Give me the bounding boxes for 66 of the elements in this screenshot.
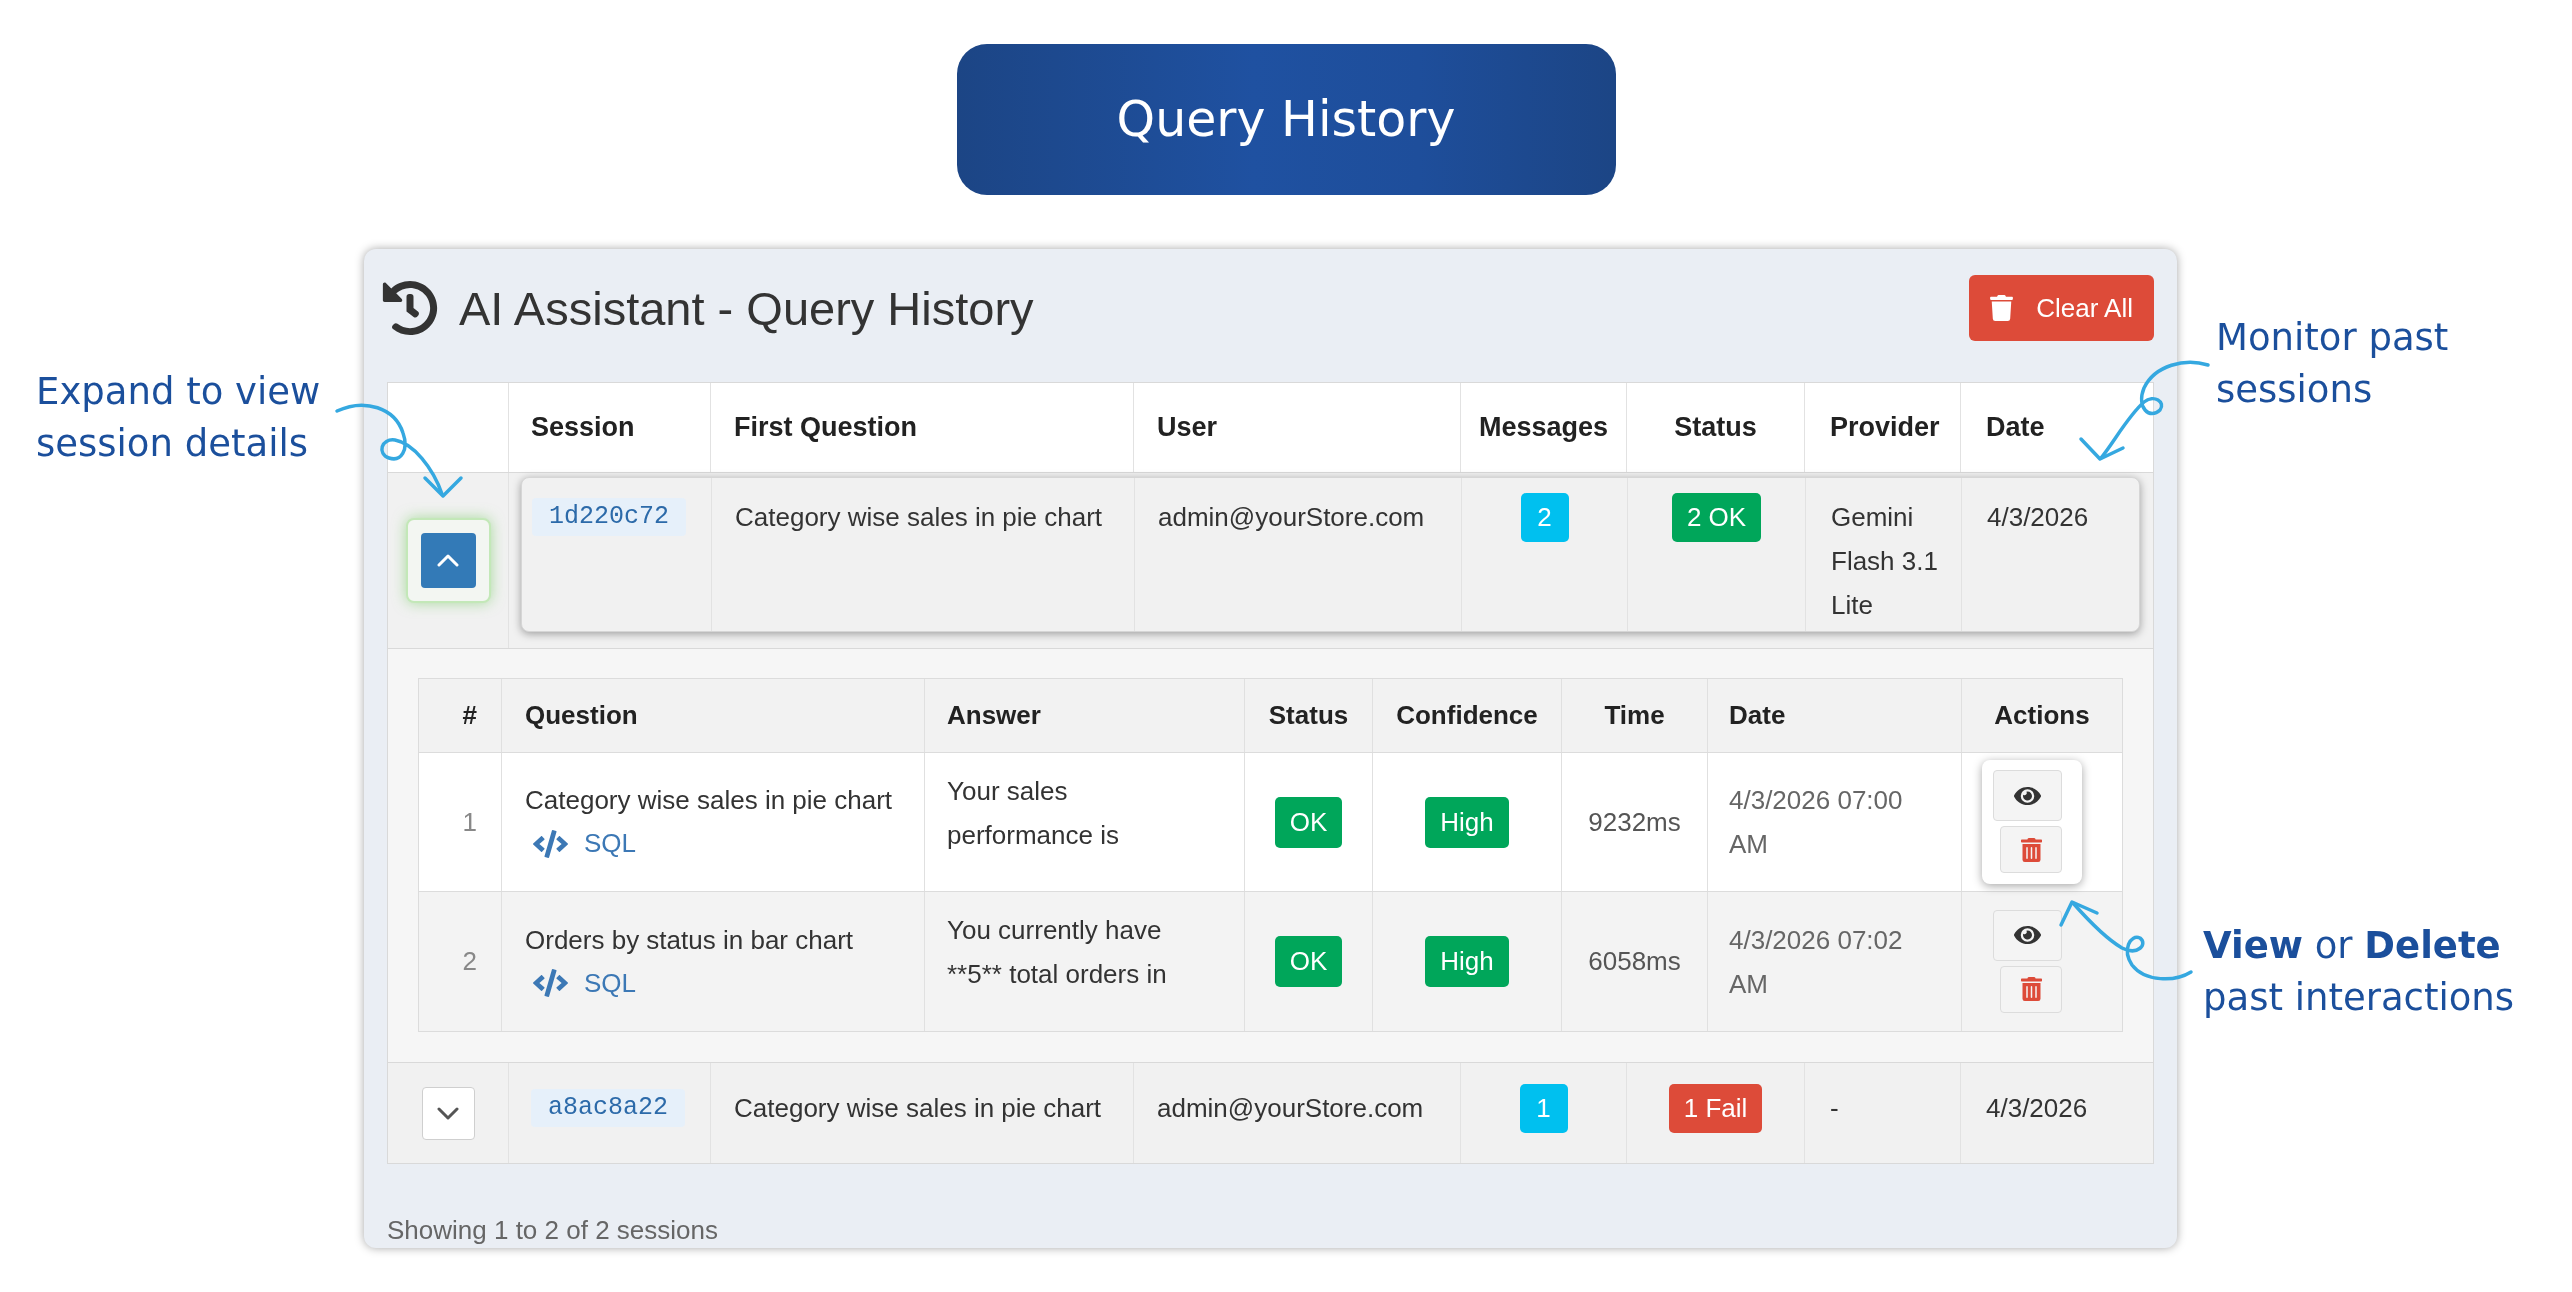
column-header: Date [1986,411,2045,445]
first-question: Category wise sales in pie chart [734,1092,1102,1125]
interaction-date: 4/3/2026 07:02 AM [1729,923,1904,1001]
confidence-badge: High [1425,936,1509,987]
column-header: Confidence [1396,699,1538,732]
column-header: Session [531,411,635,445]
column-header: Status [1674,411,1757,445]
annotation-text: Monitor past sessions [2216,315,2450,413]
chevron-down-icon [437,1106,459,1120]
annotation-text: Expand to view session details [36,369,322,467]
clear-all-button[interactable]: Clear All [1969,275,2154,341]
eye-icon [2014,923,2041,947]
provider-name: - [1830,1092,1839,1125]
delete-button[interactable] [2000,965,2062,1013]
session-date: 4/3/2026 [1987,501,2089,534]
column-header: Question [525,699,638,732]
question-text: Orders by status in bar chart [525,923,855,957]
column-header: Date [1729,699,1786,732]
banner-title: Query History [1116,95,1456,144]
column-header: Time [1604,699,1665,732]
status-badge: OK [1274,796,1343,848]
question-text: Category wise sales in pie chart [525,784,894,817]
session-date: 4/3/2026 [1986,1092,2088,1125]
status-badge: 2 OK [1671,493,1762,542]
column-header: Answer [947,699,1041,732]
message-count-badge: 1 [1519,1084,1568,1133]
view-button[interactable] [1993,770,2062,821]
row-number: 1 [462,805,477,839]
code-icon [533,829,568,858]
trash-icon [2020,977,2042,1001]
sql-link[interactable]: SQL [533,822,637,865]
column-header: User [1157,411,1218,445]
session-id: a8ac8a22 [531,1089,686,1127]
answer-text: Your sales performance is [947,775,1120,852]
message-count-badge: 2 [1520,493,1569,542]
provider-name: Gemini Flash 3.1 Lite [1831,501,1939,622]
user-email: admin@yourStore.com [1157,1092,1424,1125]
column-header: First Question [734,411,917,445]
column-header: Actions [1994,699,2090,732]
answer-text: You currently have **5** total orders in [947,914,1168,991]
sql-link[interactable]: SQL [533,961,637,1005]
column-header: Status [1268,699,1349,732]
trash-icon [1990,295,2014,321]
status-badge: OK [1274,936,1343,987]
response-time: 6058ms [1588,945,1681,978]
session-id: 1d220c72 [532,498,687,536]
expand-toggle[interactable] [420,533,476,588]
column-header: # [462,699,477,732]
history-icon [382,280,438,336]
code-icon [533,969,568,997]
response-time: 9232ms [1588,805,1681,839]
first-question: Category wise sales in pie chart [735,501,1103,534]
annotation-text: View or Delete past interactions [2203,923,2516,1021]
column-header: Provider [1830,411,1940,445]
view-button[interactable] [1993,909,2062,961]
row-number: 2 [462,945,477,978]
confidence-badge: High [1425,796,1509,848]
interaction-date: 4/3/2026 07:00 AM [1729,784,1904,861]
expand-toggle[interactable] [421,1086,475,1140]
pagination-info: Showing 1 to 2 of 2 sessions [387,1214,719,1247]
column-header: Messages [1478,411,1609,445]
status-badge: 1 Fail [1668,1084,1763,1133]
user-email: admin@yourStore.com [1158,501,1425,534]
chevron-up-icon [437,554,459,567]
trash-icon [2020,837,2042,862]
delete-button[interactable] [2000,826,2062,873]
